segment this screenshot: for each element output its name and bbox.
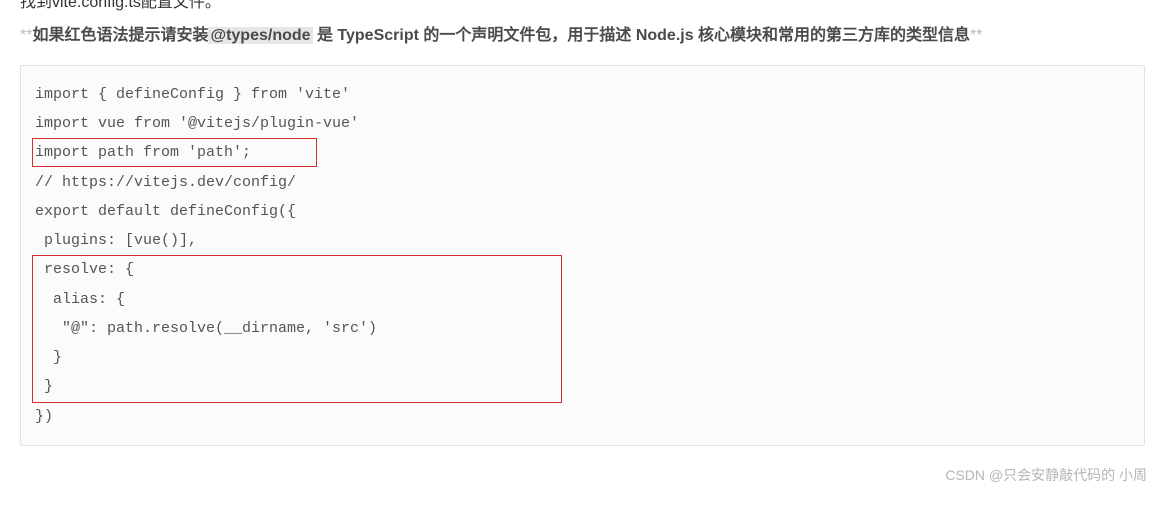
truncated-previous-line: 找到vite.config.ts配置文件。 [20, 0, 1145, 12]
paragraph-part2: 是 TypeScript 的一个声明文件包，用于描述 Node.js 核心模块和… [313, 27, 971, 44]
code-line: export default defineConfig({ [35, 197, 1130, 226]
code-line: import vue from '@vitejs/plugin-vue' [35, 109, 1130, 138]
code-line: }) [35, 402, 1130, 431]
asterisk-prefix: ** [20, 27, 32, 44]
code-line: import { defineConfig } from 'vite' [35, 80, 1130, 109]
code-block: import { defineConfig } from 'vite' impo… [20, 65, 1145, 446]
asterisk-suffix: ** [970, 27, 982, 44]
description-paragraph: **如果红色语法提示请安装@types/node 是 TypeScript 的一… [20, 22, 1145, 51]
code-line: resolve: { [35, 255, 1130, 284]
code-line: import path from 'path'; [35, 138, 1130, 167]
watermark: CSDN @只会安静敲代码的 小周 [945, 465, 1147, 485]
code-line: } [35, 372, 1130, 401]
code-line: // https://vitejs.dev/config/ [35, 168, 1130, 197]
code-line: } [35, 343, 1130, 372]
highlighted-package: @types/node [208, 27, 312, 44]
paragraph-part1: 如果红色语法提示请安装 [32, 27, 208, 44]
code-line: "@": path.resolve(__dirname, 'src') [35, 314, 1130, 343]
code-line: alias: { [35, 285, 1130, 314]
code-line: plugins: [vue()], [35, 226, 1130, 255]
